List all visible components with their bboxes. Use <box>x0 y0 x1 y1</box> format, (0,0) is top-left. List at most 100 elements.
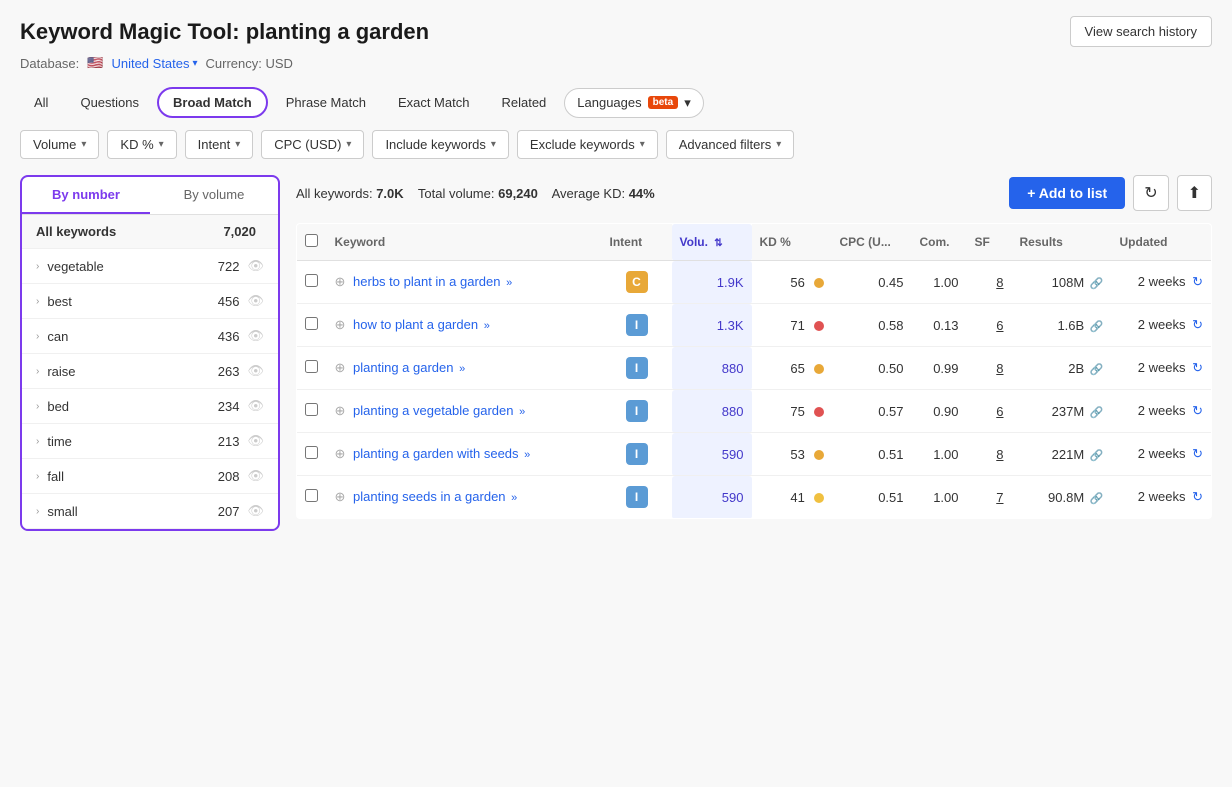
sf-value[interactable]: 6 <box>996 404 1003 419</box>
com-cell: 1.00 <box>912 261 967 304</box>
sidebar-item-best[interactable]: › best 456 👁 <box>22 284 278 319</box>
sidebar-tabs: By number By volume <box>22 177 278 215</box>
sidebar-tab-by-volume[interactable]: By volume <box>150 177 278 214</box>
include-keywords-filter[interactable]: Include keywords ▾ <box>372 130 508 159</box>
kd-cell: 65 <box>752 347 832 390</box>
eye-icon[interactable]: 👁 <box>247 293 264 309</box>
row-checkbox[interactable] <box>305 317 318 330</box>
row-checkbox[interactable] <box>305 360 318 373</box>
row-refresh-icon[interactable]: ↻ <box>1192 446 1203 461</box>
intent-col-header[interactable]: Intent <box>602 224 672 261</box>
sidebar-item-time[interactable]: › time 213 👁 <box>22 424 278 459</box>
keyword-link[interactable]: herbs to plant in a garden <box>353 274 500 289</box>
sidebar-item-raise[interactable]: › raise 263 👁 <box>22 354 278 389</box>
row-checkbox[interactable] <box>305 403 318 416</box>
tab-related[interactable]: Related <box>487 89 560 116</box>
row-checkbox-cell[interactable] <box>297 304 327 347</box>
volume-col-header[interactable]: Volu. ⇅ <box>672 224 752 261</box>
sf-col-header[interactable]: SF <box>967 224 1012 261</box>
advanced-filters-button[interactable]: Advanced filters ▾ <box>666 130 795 159</box>
refresh-button[interactable]: ↻ <box>1133 175 1168 211</box>
intent-cell: I <box>602 476 672 519</box>
row-refresh-icon[interactable]: ↻ <box>1192 317 1203 332</box>
sidebar-item-all[interactable]: All keywords 7,020 <box>22 215 278 249</box>
tab-all[interactable]: All <box>20 89 62 116</box>
com-col-header[interactable]: Com. <box>912 224 967 261</box>
sf-cell: 7 <box>967 476 1012 519</box>
eye-icon[interactable]: 👁 <box>247 433 264 449</box>
intent-badge: I <box>626 314 648 336</box>
row-checkbox-cell[interactable] <box>297 347 327 390</box>
com-cell: 1.00 <box>912 433 967 476</box>
eye-icon[interactable]: 👁 <box>247 503 264 519</box>
exclude-keywords-filter[interactable]: Exclude keywords ▾ <box>517 130 658 159</box>
updated-col-header[interactable]: Updated <box>1112 224 1212 261</box>
row-checkbox[interactable] <box>305 489 318 502</box>
select-all-checkbox[interactable] <box>305 234 318 247</box>
export-button[interactable]: ⬆ <box>1177 175 1212 211</box>
results-cell: 221M 🔗 <box>1012 433 1112 476</box>
kd-col-header[interactable]: KD % <box>752 224 832 261</box>
kd-indicator <box>814 493 824 503</box>
row-refresh-icon[interactable]: ↻ <box>1192 274 1203 289</box>
row-checkbox[interactable] <box>305 274 318 287</box>
row-checkbox-cell[interactable] <box>297 476 327 519</box>
tab-phrase-match[interactable]: Phrase Match <box>272 89 380 116</box>
eye-icon[interactable]: 👁 <box>247 328 264 344</box>
keyword-arrow-icon: » <box>519 406 525 418</box>
view-history-button[interactable]: View search history <box>1070 16 1212 47</box>
row-checkbox-cell[interactable] <box>297 390 327 433</box>
cpc-filter[interactable]: CPC (USD) ▾ <box>261 130 364 159</box>
volume-filter[interactable]: Volume ▾ <box>20 130 99 159</box>
sf-value[interactable]: 8 <box>996 447 1003 462</box>
sidebar-item-small[interactable]: › small 207 👁 <box>22 494 278 529</box>
tab-broad-match[interactable]: Broad Match <box>157 87 268 118</box>
tab-questions[interactable]: Questions <box>66 89 153 116</box>
sf-value[interactable]: 8 <box>996 361 1003 376</box>
keyword-col-header[interactable]: Keyword <box>327 224 602 261</box>
row-refresh-icon[interactable]: ↻ <box>1192 360 1203 375</box>
row-refresh-icon[interactable]: ↻ <box>1192 489 1203 504</box>
keyword-link[interactable]: how to plant a garden <box>353 317 478 332</box>
sidebar-item-can[interactable]: › can 436 👁 <box>22 319 278 354</box>
languages-tab[interactable]: Languages beta ▾ <box>564 88 703 118</box>
sf-value[interactable]: 7 <box>996 490 1003 505</box>
sidebar-item-fall[interactable]: › fall 208 👁 <box>22 459 278 494</box>
keyword-link[interactable]: planting seeds in a garden <box>353 489 506 504</box>
row-checkbox[interactable] <box>305 446 318 459</box>
sidebar-small-label: small <box>47 504 217 519</box>
row-refresh-icon[interactable]: ↻ <box>1192 403 1203 418</box>
tab-exact-match[interactable]: Exact Match <box>384 89 484 116</box>
intent-filter[interactable]: Intent ▾ <box>185 130 254 159</box>
keyword-link[interactable]: planting a vegetable garden <box>353 403 513 418</box>
table-actions: + Add to list ↻ ⬆ <box>1009 175 1212 211</box>
cpc-col-header[interactable]: CPC (U... <box>832 224 912 261</box>
keyword-cell: ⊕ planting seeds in a garden » <box>327 476 602 519</box>
sidebar-item-bed[interactable]: › bed 234 👁 <box>22 389 278 424</box>
keyword-link[interactable]: planting a garden <box>353 360 453 375</box>
row-checkbox-cell[interactable] <box>297 433 327 476</box>
row-checkbox-cell[interactable] <box>297 261 327 304</box>
eye-icon[interactable]: 👁 <box>247 258 264 274</box>
com-cell: 0.90 <box>912 390 967 433</box>
database-link[interactable]: United States ▾ <box>111 56 197 71</box>
keyword-groups-sidebar: By number By volume All keywords 7,020 ›… <box>20 175 280 531</box>
kd-filter[interactable]: KD % ▾ <box>107 130 176 159</box>
sidebar-item-vegetable[interactable]: › vegetable 722 👁 <box>22 249 278 284</box>
sf-value[interactable]: 6 <box>996 318 1003 333</box>
add-to-list-button[interactable]: + Add to list <box>1009 177 1125 209</box>
volume-cell: 590 <box>672 476 752 519</box>
keyword-link[interactable]: planting a garden with seeds <box>353 446 519 461</box>
results-col-header[interactable]: Results <box>1012 224 1112 261</box>
sf-value[interactable]: 8 <box>996 275 1003 290</box>
avg-kd-label: Average KD: <box>552 186 625 201</box>
volume-cell: 880 <box>672 347 752 390</box>
table-row: ⊕ planting seeds in a garden » I 590 41 … <box>297 476 1212 519</box>
sidebar-tab-by-number[interactable]: By number <box>22 177 150 214</box>
eye-icon[interactable]: 👁 <box>247 398 264 414</box>
eye-icon[interactable]: 👁 <box>247 468 264 484</box>
select-all-header[interactable] <box>297 224 327 261</box>
chevron-right-icon: › <box>36 471 39 482</box>
intent-cell: I <box>602 347 672 390</box>
eye-icon[interactable]: 👁 <box>247 363 264 379</box>
